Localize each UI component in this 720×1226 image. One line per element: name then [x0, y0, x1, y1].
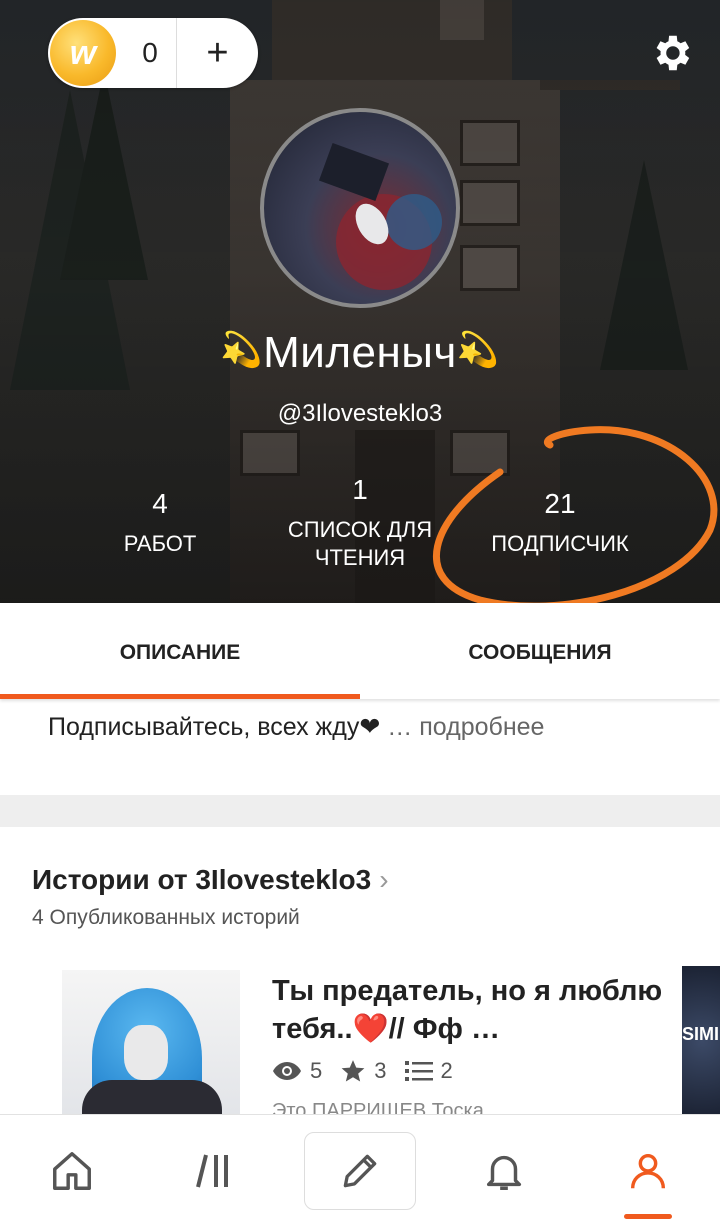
avatar[interactable] — [260, 108, 460, 308]
nav-notifications[interactable] — [432, 1115, 576, 1226]
story-title[interactable]: Ты предатель, но я люблю тебя..❤️// Фф … — [272, 972, 672, 1048]
story-stats: 5 3 2 — [272, 1058, 471, 1084]
nav-home[interactable] — [0, 1115, 144, 1226]
star-icon — [341, 1060, 365, 1082]
display-name-text: Миленыч — [263, 328, 457, 377]
add-coins-button[interactable]: + — [177, 18, 258, 88]
orange-circle-annotation — [433, 426, 718, 603]
chevron-right-icon: › — [379, 864, 389, 895]
eye-icon — [273, 1062, 301, 1080]
write-button[interactable] — [304, 1131, 416, 1210]
story-parts: 2 — [404, 1058, 453, 1084]
votes-count: 3 — [374, 1058, 387, 1083]
list-icon — [404, 1061, 433, 1081]
views-count: 5 — [310, 1058, 323, 1083]
coin-wallet[interactable]: w 0 + — [48, 18, 258, 88]
library-icon — [196, 1154, 228, 1187]
stat-reading-lists[interactable]: 1 СПИСОК ДЛЯ ЧТЕНИЯ — [278, 474, 442, 572]
next-story-cover[interactable]: SIMI — [682, 966, 720, 1116]
bottom-navigation — [0, 1114, 720, 1226]
home-icon — [53, 1151, 91, 1190]
stories-count: 4 Опубликованных историй — [32, 906, 300, 929]
display-name: 💫Миленыч💫 — [0, 328, 720, 378]
tab-messages[interactable]: СООБЩЕНИЯ — [360, 603, 720, 699]
section-divider — [0, 795, 720, 827]
nav-write[interactable] — [288, 1115, 432, 1226]
coin-icon: w — [50, 20, 116, 86]
profile-header: w 0 + 💫Миленыч💫 @3Ilovesteklo3 4 РАБОТ 1… — [0, 0, 720, 603]
stat-value: 1 — [352, 474, 368, 505]
stat-label: РАБОТ — [123, 531, 197, 556]
cover-art — [124, 1025, 168, 1080]
cover-text: SIMI — [682, 1024, 720, 1044]
profile-description: Подписывайтесь, всех жду❤ … подробнее — [48, 712, 544, 742]
description-text: Подписывайтесь, всех жду❤ — [48, 713, 381, 741]
nav-library[interactable] — [144, 1115, 288, 1226]
profile-tabs: ОПИСАНИЕ СООБЩЕНИЯ — [0, 603, 720, 699]
pencil-icon — [343, 1154, 377, 1187]
avatar-artwork — [318, 142, 442, 290]
sparkle-icon: 💫 — [456, 331, 500, 369]
stat-value: 4 — [152, 488, 168, 519]
stat-works[interactable]: 4 РАБОТ — [100, 488, 220, 558]
stories-section-title[interactable]: Истории от 3Ilovesteklo3 › — [32, 864, 389, 896]
stat-label: СПИСОК ДЛЯ ЧТЕНИЯ — [287, 517, 433, 570]
sparkle-icon: 💫 — [220, 331, 264, 369]
story-cover[interactable] — [62, 970, 240, 1120]
profile-icon — [630, 1153, 666, 1188]
bell-icon — [486, 1155, 522, 1190]
coin-count: 0 — [142, 37, 158, 68]
read-more-link[interactable]: … подробнее — [387, 713, 544, 741]
story-views: 5 — [272, 1058, 322, 1084]
parts-count: 2 — [440, 1058, 453, 1083]
stories-title-text: Истории от 3Ilovesteklo3 — [32, 864, 372, 895]
gear-icon[interactable] — [648, 30, 694, 76]
nav-profile[interactable] — [576, 1115, 720, 1226]
story-votes: 3 — [340, 1058, 387, 1084]
tab-description[interactable]: ОПИСАНИЕ — [0, 603, 360, 699]
